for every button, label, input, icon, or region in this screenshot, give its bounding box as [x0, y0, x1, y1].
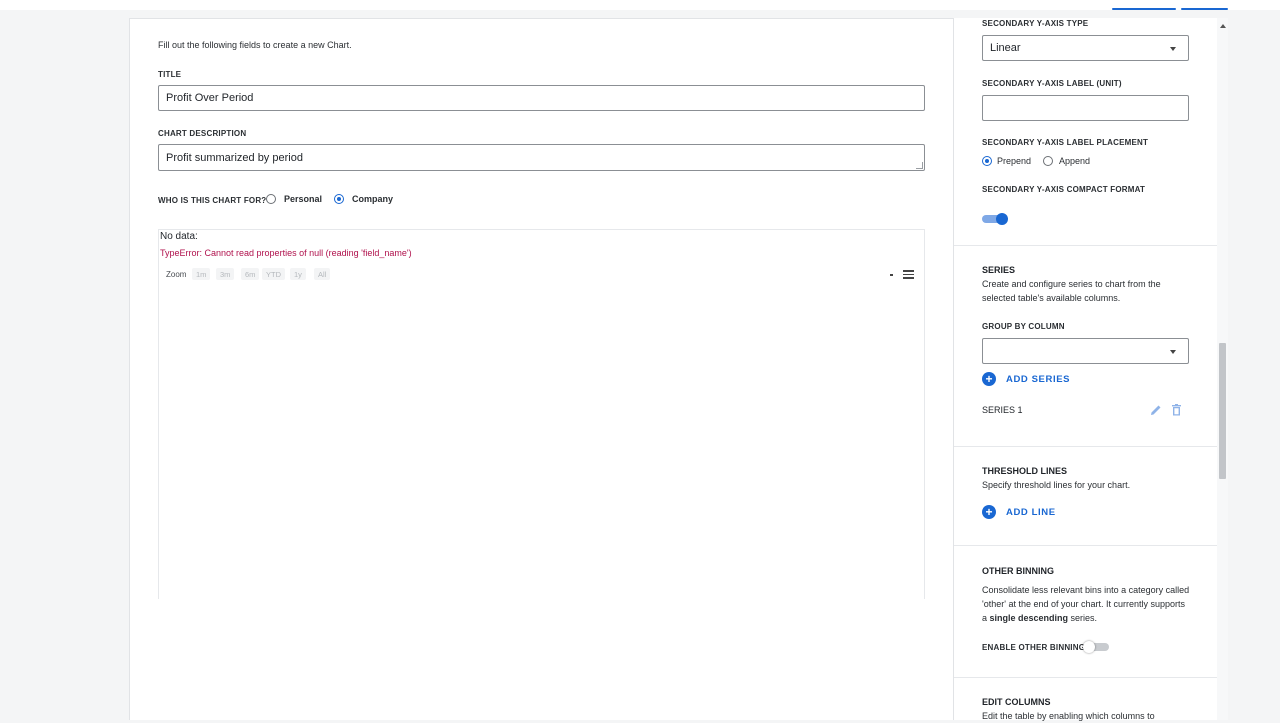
divider: [954, 545, 1217, 546]
audience-label: WHO IS THIS CHART FOR?: [158, 196, 267, 205]
secondary-y-type-label: SECONDARY Y-AXIS TYPE: [982, 19, 1089, 28]
description-textarea[interactable]: Profit summarized by period: [158, 144, 925, 171]
resize-grip-icon[interactable]: [916, 162, 923, 169]
form-intro: Fill out the following fields to create …: [158, 40, 352, 50]
divider: [954, 446, 1217, 447]
radio-company[interactable]: [334, 194, 344, 204]
radio-company-label: Company: [352, 194, 394, 204]
top-bar: [0, 0, 1280, 10]
plus-circle-icon: +: [982, 372, 996, 386]
chevron-down-icon: [1170, 350, 1176, 354]
error-message: TypeError: Cannot read properties of nul…: [160, 248, 412, 258]
radio-prepend[interactable]: [982, 156, 992, 166]
scroll-up-arrow-icon[interactable]: [1220, 24, 1226, 28]
secondary-y-type-value: Linear: [990, 42, 1021, 54]
secondary-y-compact-label: SECONDARY Y-AXIS COMPACT FORMAT: [982, 185, 1146, 194]
enable-other-toggle[interactable]: [1083, 641, 1109, 653]
zoom-3m-button[interactable]: 3m: [216, 268, 235, 280]
group-by-select[interactable]: [982, 338, 1189, 364]
radio-append[interactable]: [1043, 156, 1053, 166]
edit-pencil-icon[interactable]: [1150, 404, 1162, 416]
export-dot-icon: [890, 274, 893, 276]
threshold-title: THRESHOLD LINES: [982, 466, 1068, 476]
add-series-button[interactable]: + ADD SERIES: [982, 372, 1070, 386]
secondary-y-unit-label: SECONDARY Y-AXIS LABEL (UNIT): [982, 79, 1122, 88]
secondary-y-compact-toggle[interactable]: [982, 213, 1008, 225]
zoom-6m-button[interactable]: 6m: [241, 268, 260, 280]
no-data-text: No data:: [160, 231, 198, 242]
title-input[interactable]: Profit Over Period: [158, 85, 925, 111]
add-series-label: ADD SERIES: [1006, 373, 1071, 385]
zoom-all-button[interactable]: All: [314, 268, 331, 280]
zoom-1m-button[interactable]: 1m: [192, 268, 211, 280]
title-label: TITLE: [158, 70, 182, 79]
zoom-label: Zoom: [166, 270, 187, 279]
enable-other-label: ENABLE OTHER BINNING?: [982, 643, 1091, 652]
top-button-1[interactable]: [1112, 8, 1176, 10]
zoom-ytd-button[interactable]: YTD: [262, 268, 285, 280]
edit-columns-title: EDIT COLUMNS: [982, 697, 1051, 707]
scrollbar-thumb[interactable]: [1219, 343, 1226, 479]
chart-preview: [158, 229, 925, 599]
other-binning-description: Consolidate less relevant bins into a ca…: [982, 585, 1190, 623]
secondary-y-type-select[interactable]: Linear: [982, 35, 1189, 61]
add-line-label: ADD LINE: [1006, 506, 1056, 518]
zoom-1y-button[interactable]: 1y: [290, 268, 306, 280]
group-by-label: GROUP BY COLUMN: [982, 322, 1065, 331]
plus-circle-icon: +: [982, 505, 996, 519]
top-button-2[interactable]: [1181, 8, 1228, 10]
other-binning-title: OTHER BINNING: [982, 566, 1054, 576]
add-line-button[interactable]: + ADD LINE: [982, 505, 1056, 519]
hamburger-menu-icon[interactable]: [903, 270, 914, 279]
radio-prepend-label: Prepend: [997, 156, 1032, 166]
radio-append-label: Append: [1059, 156, 1091, 166]
edit-columns-description: Edit the table by enabling which columns…: [982, 711, 1155, 721]
trash-icon[interactable]: [1171, 404, 1182, 416]
description-value: Profit summarized by period: [166, 151, 303, 164]
description-label: CHART DESCRIPTION: [158, 129, 247, 138]
secondary-y-placement-label: SECONDARY Y-AXIS LABEL PLACEMENT: [982, 138, 1149, 147]
series-item: SERIES 1: [982, 405, 1023, 415]
radio-personal-label: Personal: [284, 194, 323, 204]
radio-personal[interactable]: [266, 194, 276, 204]
threshold-description: Specify threshold lines for your chart.: [982, 480, 1131, 490]
divider: [954, 677, 1217, 678]
series-description: Create and configure series to chart fro…: [982, 279, 1161, 303]
divider: [954, 245, 1217, 246]
title-input-value: Profit Over Period: [166, 92, 254, 104]
chevron-down-icon: [1170, 47, 1176, 51]
series-title: SERIES: [982, 265, 1016, 275]
secondary-y-unit-input[interactable]: [982, 95, 1189, 121]
